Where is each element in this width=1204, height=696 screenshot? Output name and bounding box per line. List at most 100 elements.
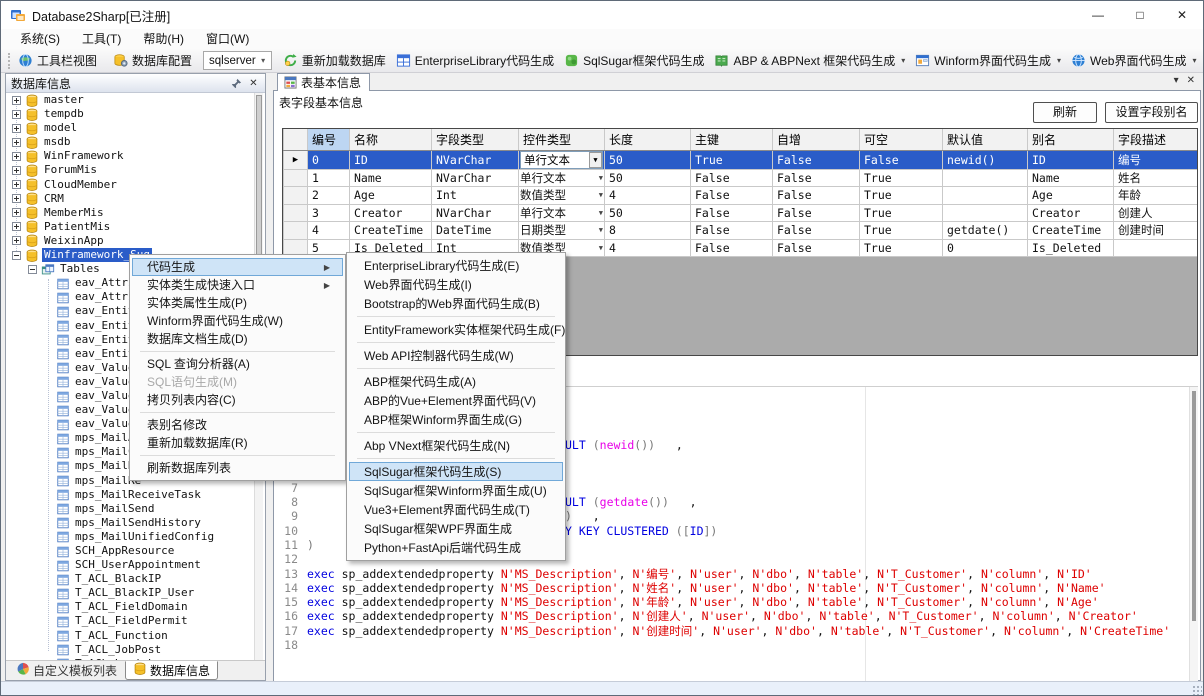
submenu-item-15[interactable]: SqlSugar框架代码生成(S) — [349, 462, 563, 481]
set-field-alias-button[interactable]: 设置字段别名 — [1105, 102, 1198, 123]
sidebar-tab-active[interactable]: 数据库信息 — [125, 661, 218, 680]
editor-vertical-scrollbar[interactable] — [1189, 387, 1198, 683]
expand-icon[interactable] — [12, 208, 21, 217]
toolbar-button-abp[interactable]: ABP & ABPNext 框架代码生成▾ — [709, 50, 910, 72]
tree-node-t-acl-function[interactable]: T_ACL_Function — [6, 629, 265, 643]
context-menu-item-12[interactable]: 重新加载数据库(R) — [132, 434, 343, 452]
toolbar-button-enterprise-library[interactable]: EnterpriseLibrary代码生成 — [391, 50, 559, 72]
control-type-combo[interactable]: 单行文本▼ — [520, 170, 603, 187]
control-type-combo[interactable]: 数值类型▼ — [520, 187, 603, 204]
chevron-down-icon[interactable]: ▼ — [599, 244, 603, 252]
tree-node-forummis[interactable]: ForumMis — [6, 163, 265, 177]
pin-icon[interactable] — [230, 77, 243, 90]
tree-node-sch-userappointment[interactable]: SCH_UserAppointment — [6, 558, 265, 572]
chevron-down-icon[interactable]: ▾ — [256, 56, 271, 65]
tree-node-crm[interactable]: CRM — [6, 192, 265, 206]
column-header-字段类型[interactable]: 字段类型 — [432, 129, 519, 150]
resize-grip[interactable] — [1192, 685, 1202, 695]
context-menu-item-4[interactable]: Winform界面代码生成(W) — [132, 312, 343, 330]
column-header-长度[interactable]: 长度 — [605, 129, 691, 150]
tab-close-icon[interactable]: ✕ — [1187, 75, 1195, 86]
row-header[interactable] — [284, 187, 308, 205]
control-type-combo[interactable]: 单行文本▼ — [520, 205, 603, 222]
tree-node-mps-mailreceivetask[interactable]: mps_MailReceiveTask — [6, 488, 265, 502]
context-menu-item-14[interactable]: 刷新数据库列表 — [132, 459, 343, 477]
tree-node-t-acl-fielddomain[interactable]: T_ACL_FieldDomain — [6, 600, 265, 614]
panel-close-icon[interactable]: ✕ — [247, 77, 260, 90]
expand-icon[interactable] — [12, 110, 21, 119]
submenu-item-7[interactable]: Web API控制器代码生成(W) — [349, 346, 563, 365]
submenu-item-16[interactable]: SqlSugar框架Winform界面生成(U) — [349, 481, 563, 500]
control-type-combo[interactable]: 单行文本▼ — [520, 151, 603, 169]
submenu-item-2[interactable]: Web界面代码生成(I) — [349, 275, 563, 294]
context-menu-item-1[interactable]: 代码生成▶ — [132, 258, 343, 276]
control-type-combo[interactable]: 日期类型▼ — [520, 222, 603, 239]
submenu-item-5[interactable]: EntityFramework实体框架代码生成(F) — [349, 320, 563, 339]
column-header-别名[interactable]: 别名 — [1028, 129, 1114, 150]
submenu-item-13[interactable]: Abp VNext框架代码生成(N) — [349, 436, 563, 455]
submenu-item-17[interactable]: Vue3+Element界面代码生成(T) — [349, 500, 563, 519]
tree-node-mps-mailsend[interactable]: mps_MailSend — [6, 502, 265, 516]
row-header[interactable] — [284, 204, 308, 222]
chevron-down-icon[interactable]: ▼ — [599, 226, 603, 234]
tree-node-mps-mailunifiedconfig[interactable]: mps_MailUnifiedConfig — [6, 530, 265, 544]
column-header-名称[interactable]: 名称 — [350, 129, 432, 150]
chevron-down-icon[interactable]: ▼ — [599, 191, 603, 199]
row-header[interactable]: ▶ — [284, 150, 308, 169]
expand-icon[interactable] — [12, 138, 21, 147]
context-menu-item-2[interactable]: 实体类生成快速入口▶ — [132, 276, 343, 294]
column-header-控件类型[interactable]: 控件类型 — [519, 129, 605, 150]
context-menu-item-5[interactable]: 数据库文档生成(D) — [132, 330, 343, 348]
context-menu-item-11[interactable]: 表别名修改 — [132, 416, 343, 434]
tree-node-sch-appresource[interactable]: SCH_AppResource — [6, 544, 265, 558]
expand-icon[interactable] — [12, 180, 21, 189]
submenu-item-18[interactable]: SqlSugar框架WPF界面生成 — [349, 519, 563, 538]
tree-node-membermis[interactable]: MemberMis — [6, 206, 265, 220]
toolbar-button-sqlsugar[interactable]: SqlSugar框架代码生成 — [559, 50, 709, 72]
submenu-item-3[interactable]: Bootstrap的Web界面代码生成(B) — [349, 294, 563, 313]
menubar-item-2[interactable]: 工具(T) — [71, 29, 132, 49]
tree-node-t-acl-blackip[interactable]: T_ACL_BlackIP — [6, 572, 265, 586]
expand-icon[interactable] — [12, 96, 21, 105]
tree-node-weixinapp[interactable]: WeixinApp — [6, 234, 265, 248]
toolbar-button-toolbar-view[interactable]: 工具栏视图 — [13, 50, 102, 72]
chevron-down-icon[interactable]: ▼ — [599, 209, 603, 217]
expand-icon[interactable] — [12, 124, 21, 133]
collapse-icon[interactable] — [28, 265, 37, 274]
column-header-字段描述[interactable]: 字段描述 — [1114, 129, 1199, 150]
toolbar-button-reload-db[interactable]: 重新加载数据库 — [278, 50, 391, 72]
tree-node-msdb[interactable]: msdb — [6, 135, 265, 149]
tab-table-basic-info[interactable]: 表基本信息 — [277, 73, 370, 91]
table-row[interactable]: 1NameNVarChar单行文本▼50FalseFalseTrueName姓名 — [284, 169, 1199, 187]
submenu-item-11[interactable]: ABP框架Winform界面生成(G) — [349, 410, 563, 429]
tree-node-tempdb[interactable]: tempdb — [6, 107, 265, 121]
refresh-button[interactable]: 刷新 — [1033, 102, 1097, 123]
menubar-item-3[interactable]: 帮助(H) — [132, 29, 195, 49]
column-header-编号[interactable]: 编号 — [308, 129, 350, 150]
toolbar-button-winform[interactable]: Winform界面代码生成▾ — [910, 50, 1066, 72]
tree-node-winframework[interactable]: WinFramework — [6, 149, 265, 163]
expand-icon[interactable] — [12, 152, 21, 161]
expand-icon[interactable] — [12, 194, 21, 203]
maximize-button[interactable]: □ — [1119, 1, 1161, 29]
expand-icon[interactable] — [12, 236, 21, 245]
toolbar-button-db-config[interactable]: 数据库配置 — [108, 50, 197, 72]
column-header-可空[interactable]: 可空 — [860, 129, 943, 150]
tree-node-model[interactable]: model — [6, 121, 265, 135]
submenu-item-1[interactable]: EnterpriseLibrary代码生成(E) — [349, 256, 563, 275]
submenu-item-19[interactable]: Python+FastApi后端代码生成 — [349, 538, 563, 557]
column-header-默认值[interactable]: 默认值 — [943, 129, 1028, 150]
context-menu-item-3[interactable]: 实体类属性生成(P) — [132, 294, 343, 312]
sidebar-tab-inactive[interactable]: 自定义模板列表 — [8, 661, 125, 680]
row-header[interactable] — [284, 222, 308, 240]
menubar-item-4[interactable]: 窗口(W) — [195, 29, 260, 49]
row-header[interactable] — [284, 169, 308, 187]
tree-node-t-acl-blackip-user[interactable]: T_ACL_BlackIP_User — [6, 586, 265, 600]
tree-node-master[interactable]: master — [6, 93, 265, 107]
tab-list-dropdown-icon[interactable]: ▾ — [1174, 75, 1179, 86]
context-menu-item-9[interactable]: 拷贝列表内容(C) — [132, 391, 343, 409]
tree-node-t-acl-jobpost[interactable]: T_ACL_JobPost — [6, 643, 265, 657]
tree-node-t-acl-fieldpermit[interactable]: T_ACL_FieldPermit — [6, 614, 265, 628]
table-row[interactable]: 4CreateTimeDateTime日期类型▼8FalseFalseTrueg… — [284, 222, 1199, 240]
collapse-icon[interactable] — [12, 251, 21, 260]
